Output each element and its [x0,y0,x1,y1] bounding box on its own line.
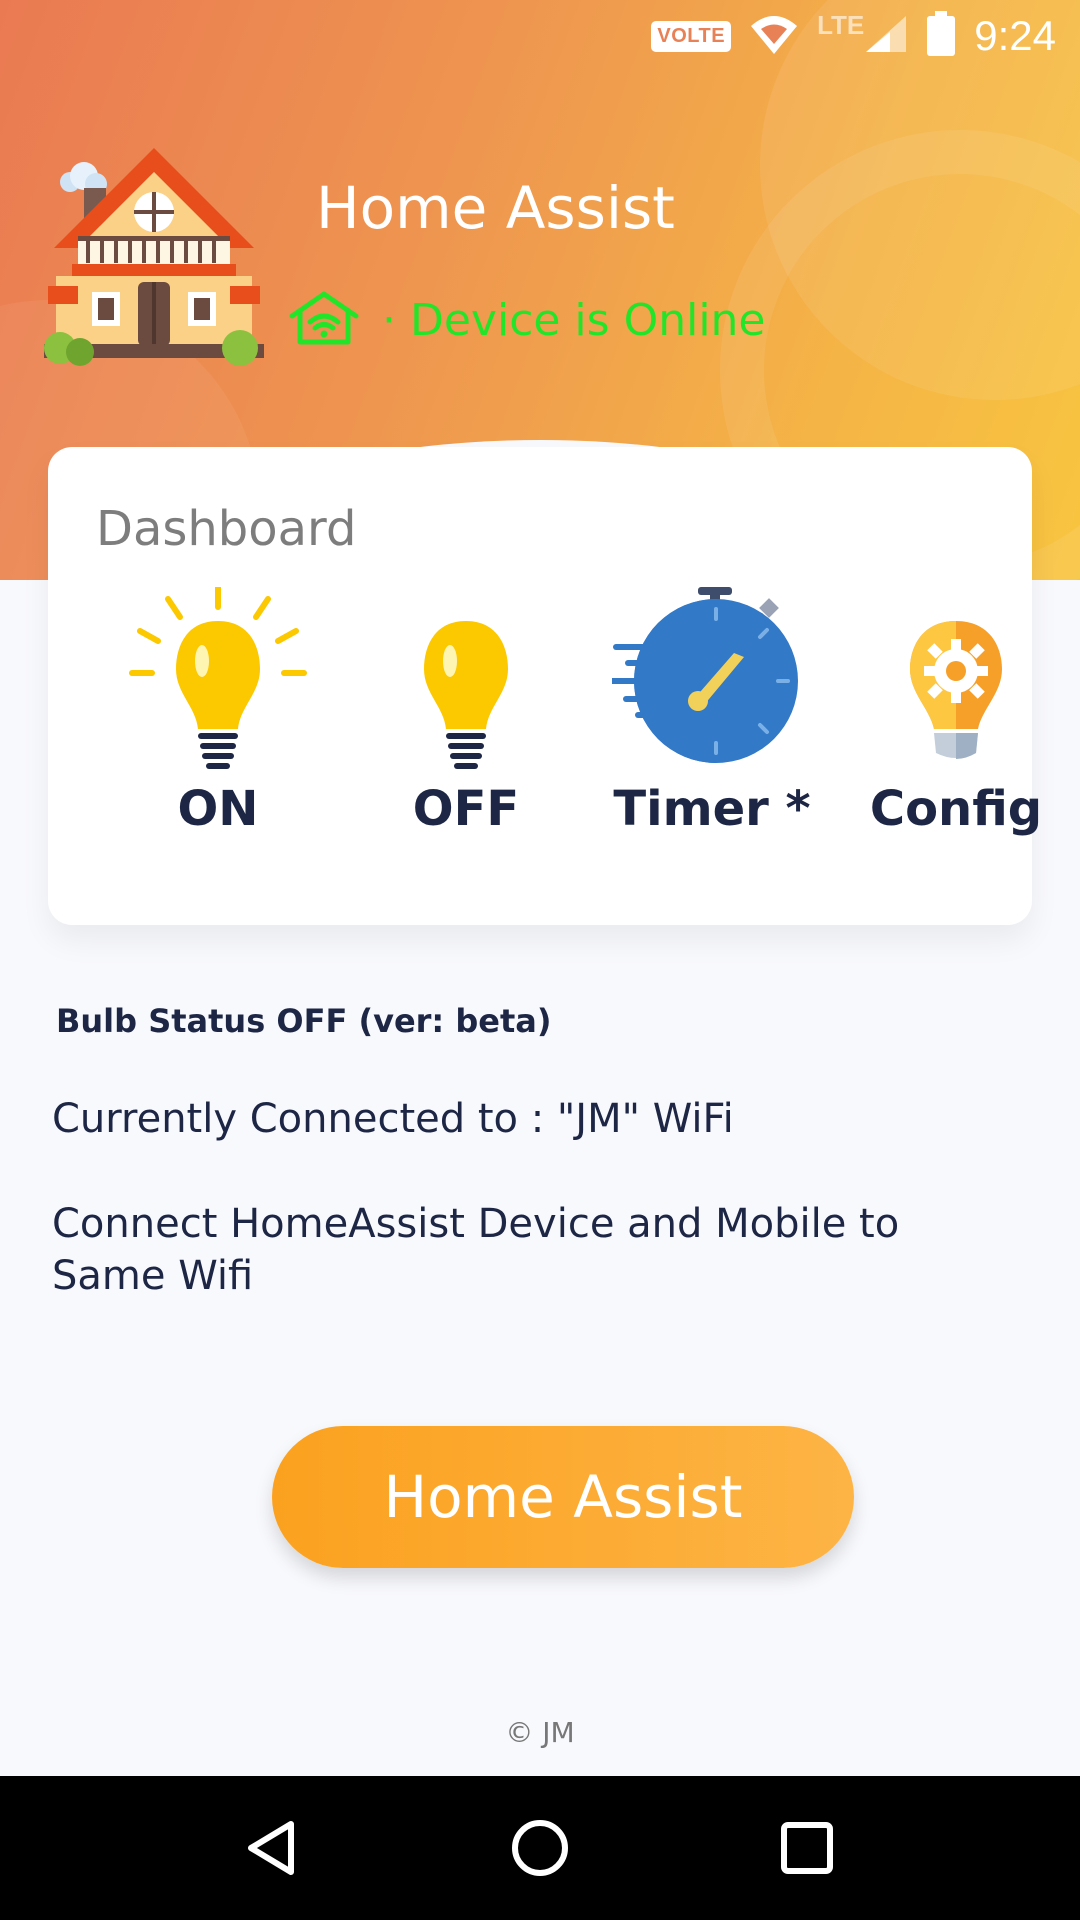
dashboard-title: Dashboard [96,501,357,557]
volte-badge: VOLTE [651,20,732,52]
bulb-status-text: Bulb Status OFF (ver: beta) [56,1002,552,1040]
network-type: LTE [817,9,865,40]
back-button[interactable] [223,1798,323,1898]
dashboard-card: Dashboard ON OFF Timer * Config [48,447,1042,925]
bulb-off-label: OFF [412,781,520,837]
home-button[interactable] [490,1798,590,1898]
timer-button[interactable]: Timer * [612,587,812,897]
bulb-off-button[interactable]: OFF [366,587,566,897]
status-bar: VOLTE LTE 9:24 [0,0,1080,72]
config-button[interactable]: Config [856,587,1056,897]
back-icon [248,1821,295,1875]
bulb-on-button[interactable]: ON [118,587,318,897]
bulb-on-icon [129,587,307,769]
copyright-footer: © JM [505,1716,575,1749]
wifi-connection-text: Currently Connected to : "JM" WiFi [52,1096,734,1142]
recents-icon [780,1822,833,1874]
signal-icon [864,14,908,58]
navigation-bar [0,1776,1080,1920]
home-assist-button[interactable]: Home Assist [272,1426,854,1568]
stopwatch-icon [612,587,798,763]
clock: 9:24 [974,12,1056,59]
config-label: Config [869,781,1043,837]
wifi-icon [749,12,799,60]
timer-label: Timer * [613,781,811,837]
house-logo-icon [44,148,264,366]
online-status-text: · Device is Online [382,294,766,346]
smart-home-icon [288,290,360,350]
bulb-off-icon [424,621,508,769]
connection-hint-text: Connect HomeAssist Device and Mobile to … [52,1201,900,1299]
home-icon [511,1820,568,1876]
device-status: · Device is Online [288,290,766,350]
recents-button[interactable] [757,1798,857,1898]
bulb-gear-icon [910,621,1002,759]
bulb-on-label: ON [177,781,259,837]
battery-icon [926,11,956,61]
app-title: Home Assist [316,174,675,242]
